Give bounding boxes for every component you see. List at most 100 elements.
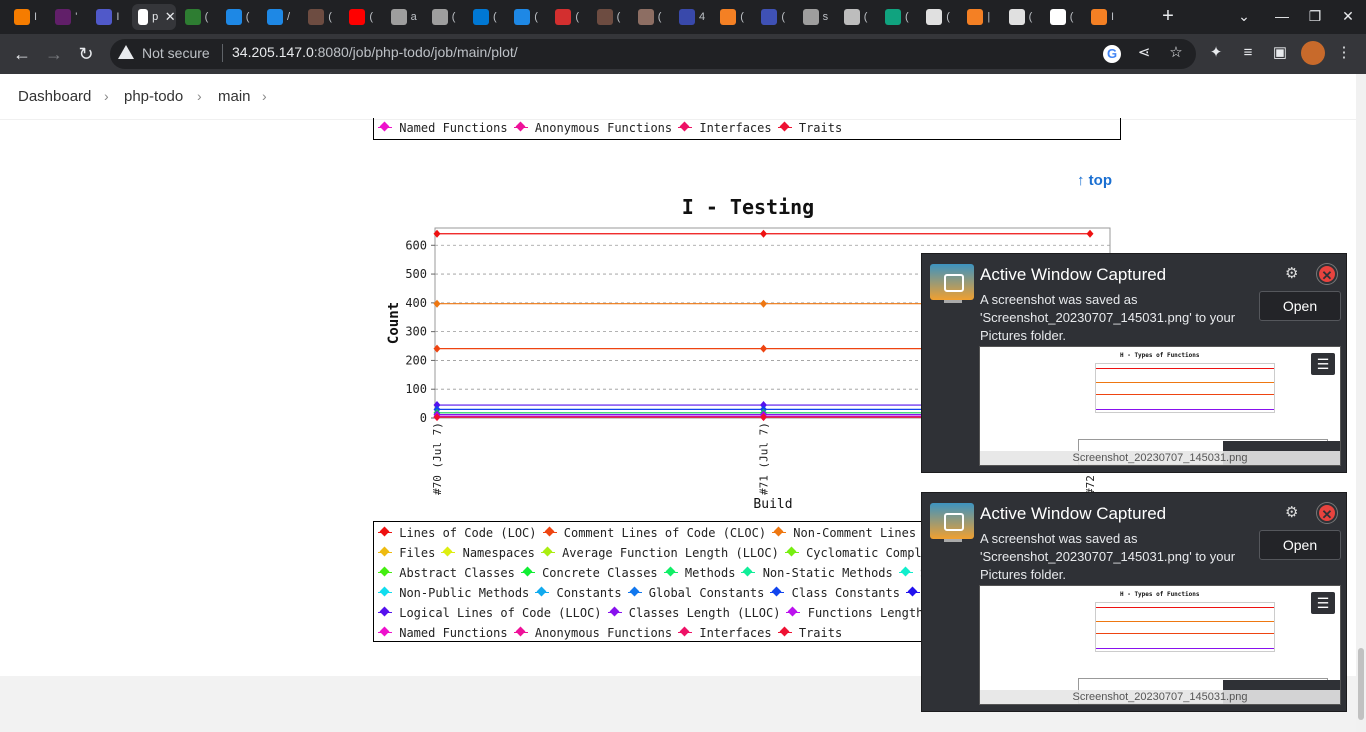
close-notification-icon[interactable]: ✕: [1317, 264, 1337, 284]
profile-avatar[interactable]: [1301, 41, 1325, 65]
tab[interactable]: (: [755, 4, 793, 30]
legend-marker-icon: [378, 527, 392, 537]
chevron-right-icon[interactable]: ›: [262, 88, 267, 104]
tab[interactable]: (: [426, 4, 464, 30]
screenshot-thumbnail[interactable]: H - Types of Functions ☰ Screenshot_202307…: [979, 585, 1341, 705]
close-notification-icon[interactable]: ✕: [1317, 503, 1337, 523]
legend-item: Constants: [535, 585, 622, 601]
tab[interactable]: (: [632, 4, 670, 30]
tab[interactable]: ': [49, 4, 87, 30]
close-tab-icon[interactable]: ✕: [165, 9, 176, 25]
url-text[interactable]: 34.205.147.0:8080/job/php-todo/job/main/…: [232, 44, 518, 60]
open-button[interactable]: Open: [1259, 291, 1341, 321]
maximize-icon[interactable]: ❐: [1305, 8, 1325, 25]
tab-active[interactable]: p ✕: [131, 4, 176, 30]
legend-label: Anonymous Functions: [534, 626, 673, 640]
legend-marker-icon: [784, 547, 799, 557]
tab[interactable]: a: [385, 4, 423, 30]
tab[interactable]: (: [838, 4, 876, 30]
breadcrumb-main[interactable]: main: [218, 88, 251, 105]
thumbnail-line: [1096, 368, 1274, 369]
tab[interactable]: (: [508, 4, 546, 30]
menu-icon[interactable]: ☰: [1311, 353, 1335, 375]
reload-icon[interactable]: ↻: [75, 43, 97, 65]
tab-search-icon[interactable]: ⌄: [1234, 8, 1254, 25]
not-secure-label[interactable]: Not secure: [142, 45, 210, 61]
scrollbar-thumb[interactable]: [1358, 648, 1364, 720]
legend-item: Average Function Length (LLOC): [540, 545, 779, 561]
legend-marker-icon: [520, 567, 535, 577]
thumbnail-line: [1096, 633, 1274, 634]
favicon-icon: [96, 9, 113, 25]
favicon-icon: [967, 9, 984, 25]
scrollbar[interactable]: [1356, 74, 1366, 732]
y-tick-label: 0: [420, 411, 427, 425]
breadcrumb-dashboard[interactable]: Dashboard: [18, 88, 91, 105]
screenshot-thumbnail[interactable]: H - Types of Functions ☰ Screenshot_202307…: [979, 346, 1341, 466]
breadcrumb-php-todo[interactable]: php-todo: [124, 88, 183, 105]
thumbnail-line: [1096, 382, 1274, 383]
tab[interactable]: /: [261, 4, 299, 30]
google-lens-icon[interactable]: G: [1103, 45, 1121, 63]
screenshot-notification[interactable]: Active Window Captured ⚙ ✕ A screenshot was…: [921, 253, 1347, 473]
top-link[interactable]: ↑ top: [1077, 172, 1112, 189]
favicon-icon: [637, 9, 654, 25]
new-tab-button[interactable]: +: [1158, 6, 1178, 26]
thumbnail-chart-title: H - Types of Functions: [1120, 591, 1200, 598]
y-tick-label: 400: [405, 296, 427, 310]
tab[interactable]: (: [920, 4, 958, 30]
menu-icon[interactable]: ☰: [1311, 592, 1335, 614]
legend-label: Lines of Code (LOC): [399, 526, 537, 540]
favicon-icon: [596, 9, 613, 25]
tab[interactable]: I: [90, 4, 128, 30]
more-menu-icon[interactable]: ⋮: [1334, 43, 1354, 63]
favicon-icon: [473, 9, 489, 25]
settings-icon[interactable]: ⚙: [1285, 503, 1298, 521]
favicon-icon: [308, 9, 325, 25]
tab[interactable]: (: [343, 4, 381, 30]
warning-icon[interactable]: [118, 45, 134, 59]
screenshot-app-icon: [930, 264, 974, 300]
tab[interactable]: (: [1044, 4, 1082, 30]
thumbnail-plot: [1095, 363, 1275, 413]
tab[interactable]: s: [797, 4, 835, 30]
legend-marker-icon: [678, 122, 693, 132]
legend-item: Lines of Code (LOC): [378, 525, 537, 541]
tab[interactable]: (: [591, 4, 629, 30]
legend-marker-icon: [378, 567, 392, 577]
side-panel-icon[interactable]: ▣: [1270, 43, 1290, 63]
tab[interactable]: (: [714, 4, 752, 30]
tab-title: (: [740, 11, 744, 23]
url-host: 34.205.147.0: [232, 44, 314, 60]
tab[interactable]: 4: [673, 4, 711, 30]
tab-title: (: [451, 11, 456, 23]
open-button[interactable]: Open: [1259, 530, 1341, 560]
tab[interactable]: (: [220, 4, 258, 30]
screenshot-notification[interactable]: Active Window Captured ⚙ ✕ A screenshot was…: [921, 492, 1347, 712]
close-window-icon[interactable]: ✕: [1338, 8, 1358, 25]
legend-marker-icon: [905, 587, 920, 597]
legend-marker-icon: [378, 547, 392, 557]
favicon-icon: [514, 9, 531, 25]
tab[interactable]: I: [1085, 4, 1123, 30]
bookmark-star-icon[interactable]: ☆: [1166, 43, 1186, 63]
tab[interactable]: (: [879, 4, 917, 30]
favicon-icon: [14, 9, 30, 25]
share-icon[interactable]: ⋖: [1134, 43, 1154, 63]
settings-icon[interactable]: ⚙: [1285, 264, 1298, 282]
tab[interactable]: I: [8, 4, 46, 30]
tab[interactable]: (: [302, 4, 340, 30]
forward-icon[interactable]: →: [43, 43, 65, 65]
tab-title: (: [328, 11, 332, 23]
back-icon[interactable]: ←: [11, 43, 33, 65]
tab[interactable]: (: [179, 4, 217, 30]
tab[interactable]: (: [1003, 4, 1041, 30]
minimize-icon[interactable]: —: [1272, 8, 1292, 24]
tab[interactable]: (: [549, 4, 587, 30]
notification-title: Active Window Captured: [980, 265, 1167, 284]
tab[interactable]: |: [961, 4, 999, 30]
tab[interactable]: (: [467, 4, 505, 30]
tab-strip: I ' Ip ✕((/((a((((((4((s(((|((I + ⌄ — ❐ ✕: [0, 0, 1366, 34]
media-controls-icon[interactable]: ≡: [1238, 43, 1258, 63]
extensions-icon[interactable]: ✦: [1206, 43, 1226, 63]
